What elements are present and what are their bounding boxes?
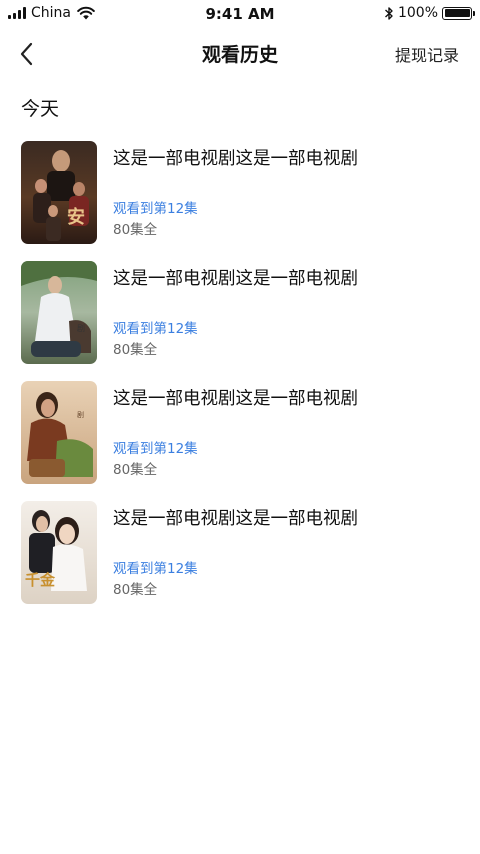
item-progress: 观看到第12集 bbox=[113, 561, 198, 577]
status-bar: China 9:41 AM 100% bbox=[0, 0, 480, 28]
list-item[interactable]: 剧 这是一部电视剧这是一部电视剧 观看到第12集 80集全 bbox=[0, 381, 480, 501]
item-title: 这是一部电视剧这是一部电视剧 bbox=[113, 389, 358, 409]
history-list: 安 这是一部电视剧这是一部电视剧 观看到第12集 80集全 剧 这是一部电视剧这… bbox=[0, 141, 480, 621]
list-item[interactable]: 千金 这是一部电视剧这是一部电视剧 观看到第12集 80集全 bbox=[0, 501, 480, 621]
item-progress: 观看到第12集 bbox=[113, 201, 198, 217]
bluetooth-icon bbox=[384, 6, 393, 20]
nav-bar: 观看历史 提现记录 bbox=[0, 28, 480, 82]
item-episodes: 80集全 bbox=[113, 462, 158, 478]
item-title: 这是一部电视剧这是一部电视剧 bbox=[113, 149, 358, 169]
poster-image: 剧 bbox=[21, 381, 97, 484]
section-title-today: 今天 bbox=[21, 98, 60, 120]
svg-text:千金: 千金 bbox=[25, 571, 56, 589]
list-item[interactable]: 安 这是一部电视剧这是一部电视剧 观看到第12集 80集全 bbox=[0, 141, 480, 261]
battery-icon bbox=[442, 6, 475, 20]
item-title: 这是一部电视剧这是一部电视剧 bbox=[113, 269, 358, 289]
item-progress: 观看到第12集 bbox=[113, 321, 198, 337]
item-episodes: 80集全 bbox=[113, 222, 158, 238]
withdraw-records-link[interactable]: 提现记录 bbox=[395, 46, 459, 66]
poster-image: 剧 bbox=[21, 261, 97, 364]
poster-image: 安 bbox=[21, 141, 97, 244]
svg-text:剧: 剧 bbox=[77, 410, 84, 419]
list-item[interactable]: 剧 这是一部电视剧这是一部电视剧 观看到第12集 80集全 bbox=[0, 261, 480, 381]
item-progress: 观看到第12集 bbox=[113, 441, 198, 457]
poster-image: 千金 bbox=[21, 501, 97, 604]
item-title: 这是一部电视剧这是一部电视剧 bbox=[113, 509, 358, 529]
item-episodes: 80集全 bbox=[113, 582, 158, 598]
status-right: 100% bbox=[384, 5, 475, 21]
item-episodes: 80集全 bbox=[113, 342, 158, 358]
svg-text:剧: 剧 bbox=[77, 324, 85, 333]
svg-text:安: 安 bbox=[67, 206, 85, 228]
battery-percent: 100% bbox=[397, 5, 438, 21]
